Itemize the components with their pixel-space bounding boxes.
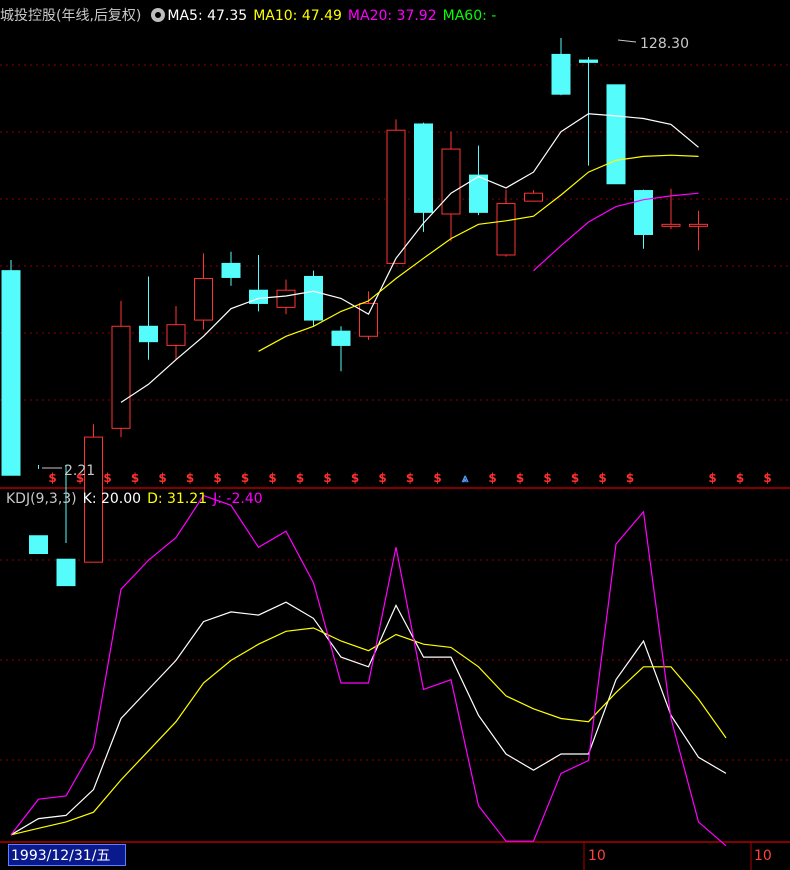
x-tick-label: 10: [588, 848, 606, 864]
max-price-label: 128.30: [640, 36, 689, 52]
dividend-flag-icon: $: [598, 471, 606, 485]
candle-body: [441, 148, 461, 215]
candle-body: [579, 59, 598, 63]
candle-body: [331, 330, 351, 346]
candle-body: [414, 123, 433, 213]
kdj-header: KDJ(9,3,3) K: 20.00 D: 31.21 J: -2.40: [6, 489, 269, 509]
ma60-label: MA60: -: [442, 8, 497, 24]
x-tick-label: 10: [754, 848, 772, 864]
kdj-panel[interactable]: [10, 494, 727, 847]
kdj-d-line: [10, 627, 727, 836]
candle-body: [139, 325, 158, 343]
kdj-k-label: K: 20.00: [82, 491, 142, 507]
dividend-flag-icon: $: [378, 471, 386, 485]
candle-body: [56, 558, 76, 587]
dividend-flag-icon: $: [76, 471, 84, 485]
candle-body: [606, 84, 626, 185]
chart-title: 城投控股(年线,后复权): [0, 8, 142, 24]
candle-body: [111, 325, 131, 429]
dividend-flag-icon: $: [433, 471, 441, 485]
settings-gear-icon[interactable]: [151, 8, 166, 22]
kdj-d-label: D: 31.21: [147, 491, 208, 507]
dividend-flag-icon: $: [351, 471, 359, 485]
kdj-j-label: J: -2.40: [213, 491, 263, 507]
dividend-flag-icon: $: [571, 471, 579, 485]
dividend-flag-icon: $: [763, 471, 771, 485]
dividend-flag-icon: $: [708, 471, 716, 485]
kdj-k-line: [10, 601, 727, 836]
candle-body: [1, 270, 21, 476]
dividend-flag-icon: $: [626, 471, 634, 485]
kdj-j-line: [10, 494, 727, 847]
candle-body: [496, 203, 516, 256]
dividend-flag-icon: $: [48, 471, 56, 485]
dividend-flag-icon: $: [103, 471, 111, 485]
main-chart-header: 城投控股(年线,后复权) MA5: 47.35 MA10: 47.49 MA20: 3…: [0, 6, 502, 26]
candle-body: [166, 324, 186, 346]
dividend-flag-icon: $: [406, 471, 414, 485]
dividend-flag-icon: $: [158, 471, 166, 485]
candle-body: [221, 262, 241, 278]
candle-body: [304, 275, 323, 321]
dividend-flag-icon: ⩓: [461, 471, 470, 485]
candle-body: [194, 277, 213, 321]
dividend-flag-icon: $: [516, 471, 524, 485]
ma10-label: MA10: 47.49: [253, 8, 342, 24]
candle-body: [634, 190, 653, 235]
dividend-flag-icon: $: [736, 471, 744, 485]
candle-body: [661, 223, 681, 227]
kdj-title: KDJ(9,3,3): [6, 491, 77, 507]
candle-body: [524, 192, 543, 202]
dividend-flag-icon: $: [296, 471, 304, 485]
dividend-flag-icon: $: [213, 471, 221, 485]
candle-body: [551, 53, 571, 95]
candle-body: [689, 223, 708, 227]
chart-svg: 128.302.21$ $ $ $ $ $ $ $ $ $ $ $ $ $ $ ⩓ $ $ $ $ $ $ $ $ $: [0, 36, 790, 870]
max-price-arrow: [617, 39, 637, 43]
dividend-flag-icon: $: [268, 471, 276, 485]
candle-body: [249, 289, 268, 304]
ma5-label: MA5: 47.35: [167, 8, 248, 24]
candle-body: [29, 535, 48, 555]
candle-body: [276, 289, 296, 308]
dividend-flag-icon: $: [488, 471, 496, 485]
ma20-label: MA20: 37.92: [347, 8, 437, 24]
dividend-flag-icon: $: [131, 471, 139, 485]
dividend-flag-icon: $: [323, 471, 331, 485]
ma20-line: [533, 192, 699, 272]
dividend-flag-icon: $: [543, 471, 551, 485]
dividend-flag-icon: $: [241, 471, 249, 485]
date-cursor-label: 1993/12/31/五: [8, 844, 126, 866]
candle-body: [359, 302, 378, 337]
candle-body: [386, 129, 406, 264]
dividend-flag-icon: $: [186, 471, 194, 485]
